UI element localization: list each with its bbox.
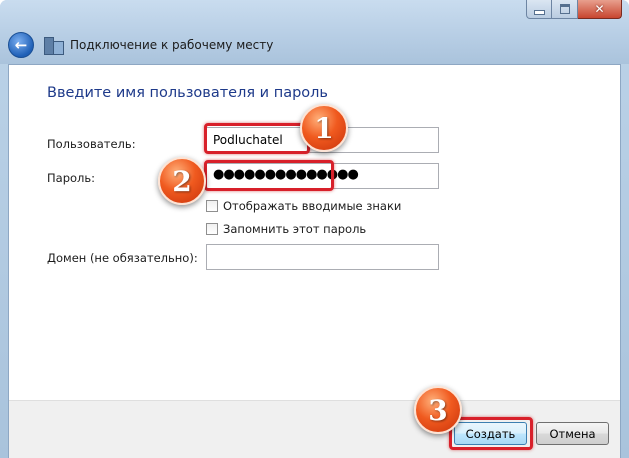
remember-checkbox[interactable] — [206, 223, 218, 235]
minimize-button[interactable] — [526, 0, 552, 19]
dialog-window: ✕ ← Подключение к рабочему месту Введите… — [0, 0, 629, 458]
back-button[interactable]: ← — [8, 32, 34, 58]
domain-field[interactable] — [206, 244, 439, 270]
username-label: Пользователь: — [47, 137, 136, 151]
network-workplace-icon — [42, 34, 64, 56]
minimize-icon — [533, 9, 545, 15]
show-chars-checkbox[interactable] — [206, 200, 218, 212]
remember-label: Запомнить этот пароль — [223, 222, 367, 236]
step-badge-3: 3 — [414, 386, 462, 434]
title-bar: ✕ ← Подключение к рабочему месту — [0, 0, 629, 64]
maximize-button[interactable] — [552, 0, 578, 19]
back-arrow-icon: ← — [14, 36, 28, 54]
password-label: Пароль: — [47, 171, 96, 185]
show-chars-label: Отображать вводимые знаки — [223, 199, 402, 213]
domain-label: Домен (не обязательно): — [47, 251, 198, 265]
username-highlight — [204, 123, 310, 154]
close-icon: ✕ — [594, 2, 605, 16]
password-highlight — [204, 160, 334, 191]
maximize-icon — [559, 4, 570, 14]
close-button[interactable]: ✕ — [578, 0, 622, 19]
step-badge-1: 1 — [300, 104, 348, 152]
window-controls: ✕ — [526, 0, 622, 19]
remember-checkbox-row[interactable]: Запомнить этот пароль — [206, 222, 366, 236]
header-row: ← Подключение к рабочему месту — [8, 30, 273, 60]
show-chars-checkbox-row[interactable]: Отображать вводимые знаки — [206, 199, 401, 213]
step-badge-2: 2 — [158, 157, 206, 205]
page-title: Введите имя пользователя и пароль — [47, 85, 328, 101]
create-highlight — [449, 417, 533, 450]
cancel-button[interactable]: Отмена — [536, 422, 609, 445]
window-title: Подключение к рабочему месту — [70, 38, 274, 52]
button-bar: Создать Отмена — [9, 400, 620, 458]
